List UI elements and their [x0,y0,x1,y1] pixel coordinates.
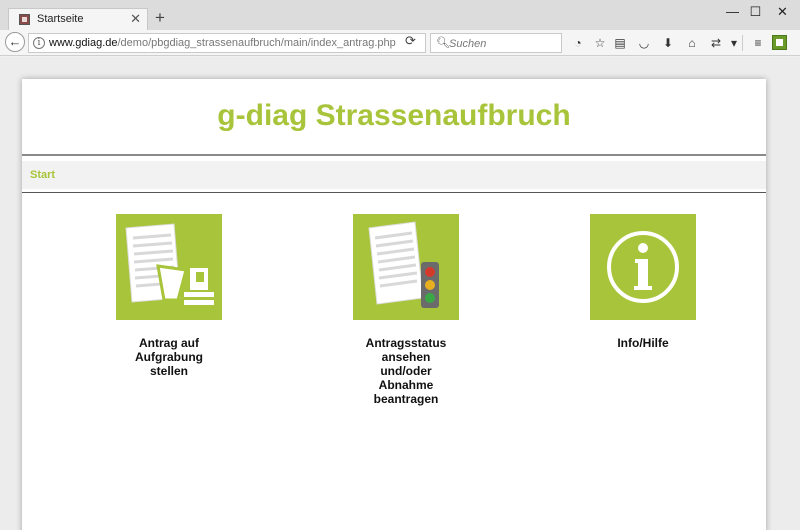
close-window-button[interactable]: ✕ [760,0,800,24]
new-tab-button[interactable]: + [155,9,165,26]
divider [22,192,766,193]
document-excavator-icon[interactable] [116,214,222,320]
tile-label[interactable]: Info/Hilfe [553,336,733,350]
url-bar[interactable]: i www.gdiag.de/demo/pbgdiag_strassenaufb… [28,33,426,53]
favicon-icon [19,14,30,25]
divider [22,154,766,156]
scrollbar[interactable] [785,57,800,530]
url-domain: www.gdiag.de [49,37,118,49]
back-button[interactable]: ← [5,32,25,52]
search-input[interactable]: 🔍︎ Suchen [430,33,562,53]
search-icon: 🔍︎ [436,37,450,49]
url-path: /demo/pbgdiag_strassenaufbruch/main/inde… [117,37,396,49]
download-icon[interactable]: ⬇ [660,35,676,51]
home-icon[interactable]: ⌂ [684,35,700,51]
tab-title: Startseite [37,13,84,25]
reload-icon[interactable]: ⟳ [405,33,416,49]
extension-icon[interactable] [772,35,787,50]
browser-tab[interactable]: Startseite ✕ [8,8,148,30]
tile-label[interactable]: Antragsstatus ansehen und/oder Abnahme b… [316,336,496,406]
tile-antrag-stellen[interactable]: Antrag auf Aufgrabung stellen [79,214,259,378]
reading-list-icon[interactable]: ▤ [612,35,628,51]
page-viewport: g-diag Strassenaufbruch Start Antrag auf… [0,57,800,530]
breadcrumb-bar: Start [22,161,766,189]
history-icon[interactable]: ◔ [570,35,586,51]
search-placeholder: Suchen [449,38,487,50]
navigation-bar: ← i www.gdiag.de/demo/pbgdiag_strassenau… [0,30,800,56]
info-icon[interactable] [590,214,696,320]
tile-label[interactable]: Antrag auf Aufgrabung stellen [79,336,259,378]
page-title: g-diag Strassenaufbruch [217,99,571,132]
tile-info-hilfe[interactable]: Info/Hilfe [553,214,733,350]
tile-antragsstatus[interactable]: Antragsstatus ansehen und/oder Abnahme b… [316,214,496,406]
overflow-dropdown-icon[interactable]: ▾ [726,35,742,51]
document-traffic-light-icon[interactable] [353,214,459,320]
site-info-icon[interactable]: i [33,37,45,49]
pocket-icon[interactable]: ◡ [636,35,652,51]
sync-icon[interactable]: ⇄ [708,35,724,51]
toolbar-separator [742,35,743,51]
bookmark-star-icon[interactable]: ☆ [592,35,608,51]
close-tab-icon[interactable]: ✕ [130,11,141,27]
menu-icon[interactable]: ≡ [750,35,766,51]
breadcrumb-start-link[interactable]: Start [30,169,55,181]
tab-strip: Startseite ✕ + — ☐ ✕ [0,0,800,30]
page-card: g-diag Strassenaufbruch Start Antrag auf… [22,79,766,530]
